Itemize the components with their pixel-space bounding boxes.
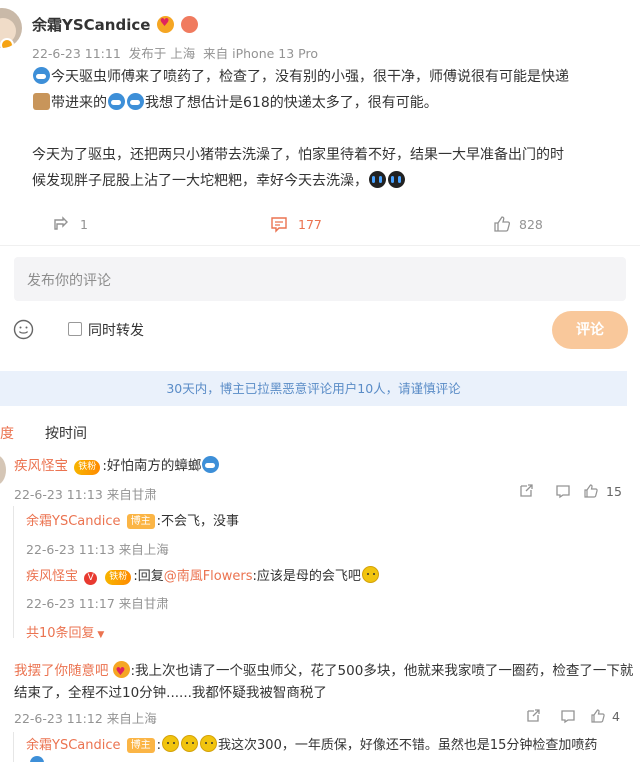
vip-icon: V <box>84 572 98 585</box>
comment-icon <box>271 217 287 233</box>
comment-text: :我上次也请了一个驱虫师父，花了500多块，他就来我家喷了一圈药，检查了一下就 <box>130 663 634 679</box>
cry-emoji-icon <box>388 171 405 188</box>
reply: 疾风怪宝 V 铁粉:回复@南風Flowers:应该是母的会飞吧 <box>26 566 380 587</box>
repost-count: 1 <box>80 216 88 232</box>
post-text-2a: 今天为了驱虫，还把两只小猪带去洗澡了，怕家里待着不好，结果一大早准备出门的时 <box>32 147 564 163</box>
reply-author[interactable]: 余霜YSCandice <box>26 514 121 529</box>
like-icon[interactable] <box>590 708 606 724</box>
doraemon-emoji-icon <box>33 67 50 84</box>
author-avatar[interactable] <box>0 8 22 48</box>
chevron-down-icon: ▼ <box>94 630 105 640</box>
emoji-icon <box>13 319 34 340</box>
emoji-picker-button[interactable] <box>13 319 34 340</box>
reply-meta: 22-6-23 11:13 来自上海 <box>26 542 169 557</box>
more-replies-label: 共10条回复 <box>26 626 95 641</box>
comment: 疾风怪宝 铁粉:好怕南方的蟑螂 <box>14 456 220 476</box>
comment-avatar[interactable] <box>0 455 6 485</box>
comment-count: 177 <box>298 216 322 232</box>
comment-text: :好怕南方的蟑螂 <box>102 458 202 474</box>
doraemon-emoji-icon <box>202 456 220 473</box>
sort-tab-heat[interactable]: 度 <box>0 423 14 443</box>
comment-like-count: 4 <box>612 708 620 724</box>
post-text-2b: 候发现胖子屁股上沾了一大坨粑粑，幸好今天去洗澡， <box>32 173 368 189</box>
post-text-1c: 我想了想估计是618的快递太多了，很有可能。 <box>145 95 438 111</box>
mention-link[interactable]: @南風Flowers <box>164 569 253 584</box>
repost-icon <box>54 216 68 230</box>
fan-badge-icon <box>180 16 198 33</box>
comment-text: 结束了，全程不过10分钟......我都怀疑我被智商税了 <box>14 685 327 701</box>
more-replies-link[interactable]: 共10条回复 ▼ <box>26 622 104 641</box>
post-text-1b: 带进来的 <box>51 95 107 111</box>
reply-text: :应该是母的会飞吧 <box>252 569 361 584</box>
comment-meta: 22-6-23 11:13 来自甘肃 <box>14 487 157 502</box>
notice-text: 30天内，博主已拉黑恶意评论用户10人，请谨慎评论 <box>166 381 461 396</box>
reply: 余霜YSCandice 博主:不会飞，没事 <box>26 512 239 532</box>
reply-meta: 22-6-23 11:17 来自甘肃 <box>26 596 169 611</box>
like-icon[interactable] <box>583 483 599 499</box>
comment-author[interactable]: 我摆了你随意吧 <box>14 663 109 679</box>
repost-icon[interactable] <box>525 708 541 724</box>
comment-input[interactable]: 发布你的评论 <box>14 257 626 301</box>
submit-comment-button[interactable]: 评论 <box>552 311 628 349</box>
reply-author[interactable]: 疾风怪宝 <box>26 569 78 584</box>
doge-emoji-icon <box>181 735 199 752</box>
comment-like-count: 15 <box>606 483 622 499</box>
reply-author[interactable]: 余霜YSCandice <box>26 738 121 753</box>
doge-emoji-icon <box>200 735 218 752</box>
like-count: 828 <box>519 216 543 232</box>
divider <box>0 245 640 246</box>
doraemon-emoji-icon <box>127 93 144 110</box>
heart-badge-icon <box>112 661 130 683</box>
comment-icon[interactable] <box>555 483 571 499</box>
comment-button[interactable]: 177 <box>270 215 322 233</box>
sort-tab-time[interactable]: 按时间 <box>45 423 87 443</box>
reply: 余霜YSCandice 博主: 我这次300，一年质保，好像还不错。虽然也是15分… <box>26 735 597 756</box>
repost-icon[interactable] <box>518 483 534 499</box>
doge-emoji-icon <box>162 735 180 752</box>
comment: 我摆了你随意吧 :我上次也请了一个驱虫师父，花了500多块，他就来我家喷了一圈药，… <box>14 660 633 704</box>
owner-badge: 博主 <box>126 738 155 753</box>
owner-badge: 博主 <box>126 514 155 529</box>
like-icon <box>494 216 511 232</box>
cry-emoji-icon <box>369 171 386 188</box>
comment-actions: 4 <box>525 708 620 724</box>
like-button[interactable]: 828 <box>493 215 543 233</box>
doge-emoji-icon <box>361 566 379 583</box>
heart-badge-icon <box>156 16 174 33</box>
comment-author[interactable]: 疾风怪宝 <box>14 458 68 474</box>
fan-badge: 铁粉 <box>74 460 101 475</box>
comment-actions: 15 <box>518 483 622 499</box>
fan-badge: 铁粉 <box>105 570 132 585</box>
author-name[interactable]: 余霜YSCandice <box>32 16 150 34</box>
submit-comment-label: 评论 <box>576 322 604 338</box>
reply-text: :不会飞，没事 <box>156 514 240 529</box>
parcel-emoji-icon <box>33 93 50 110</box>
reply-thread-line <box>13 732 14 762</box>
reply-text: :回复 <box>133 569 164 584</box>
comment-input-placeholder: 发布你的评论 <box>27 273 111 289</box>
reply-text: 我这次300，一年质保，好像还不错。虽然也是15分钟检查加喷药 <box>218 738 598 753</box>
repost-button[interactable]: 1 <box>52 215 88 233</box>
post-body: 今天驱虫师傅来了喷药了，检查了，没有别的小强，很干净，师傅说很有可能是快递 带进… <box>32 64 632 194</box>
comment-icon[interactable] <box>560 708 576 724</box>
notice-bar: 30天内，博主已拉黑恶意评论用户10人，请谨慎评论 <box>0 371 627 406</box>
comment-meta: 22-6-23 11:12 来自上海 <box>14 711 157 726</box>
post-meta: 22-6-23 11:11 发布于 上海 来自 iPhone 13 Pro <box>32 46 318 61</box>
repost-checkbox[interactable] <box>68 322 82 336</box>
reply-avatar[interactable] <box>30 756 44 762</box>
repost-checkbox-label: 同时转发 <box>88 323 144 339</box>
post-text-1a: 今天驱虫师傅来了喷药了，检查了，没有别的小强，很干净，师傅说很有可能是快递 <box>51 69 569 85</box>
doraemon-emoji-icon <box>108 93 125 110</box>
reply-thread-line <box>13 506 14 638</box>
